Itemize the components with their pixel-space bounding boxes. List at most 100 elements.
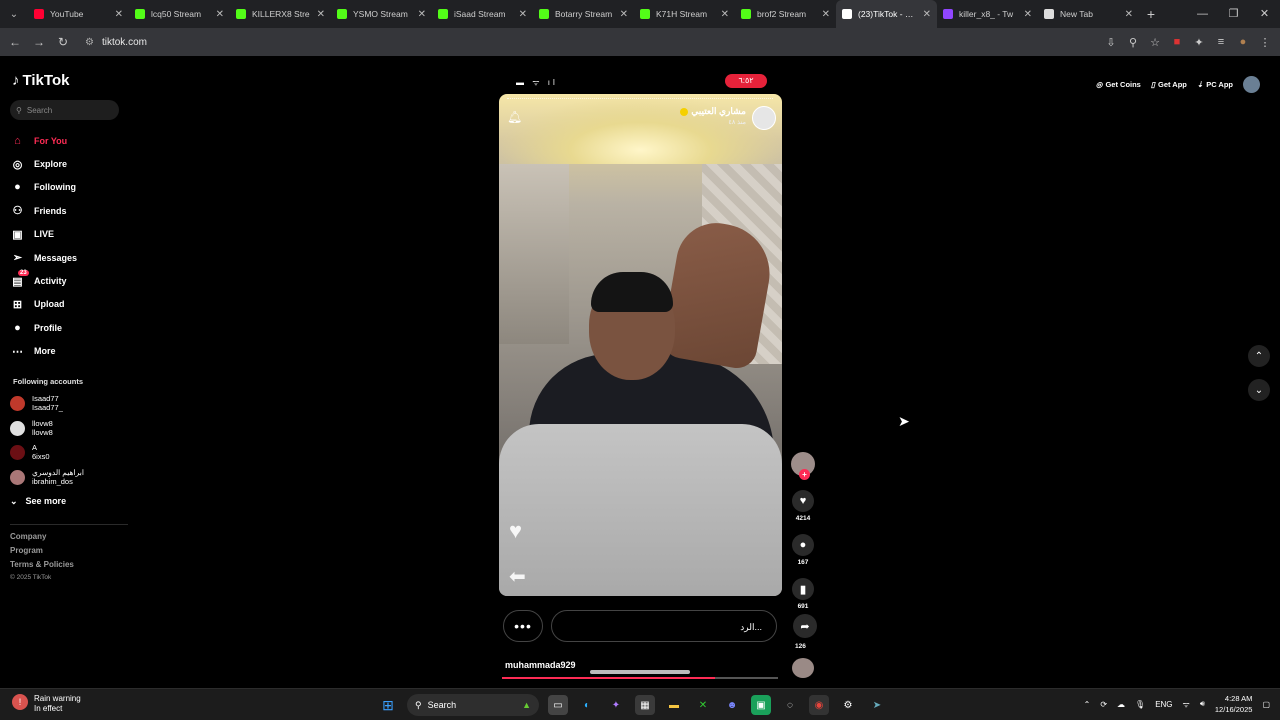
chrome-icon[interactable]: ◉ xyxy=(809,695,829,715)
browser-tab[interactable]: lcq50 Stream ✕ xyxy=(129,0,230,28)
language-indicator[interactable]: ENG xyxy=(1155,700,1172,709)
footer-program-link[interactable]: Program xyxy=(10,546,43,555)
browser-tab[interactable]: brof2 Stream ✕ xyxy=(735,0,836,28)
creator-avatar[interactable]: + xyxy=(791,452,815,480)
minimize-button[interactable]: — xyxy=(1187,0,1218,28)
tab-close-icon[interactable]: ✕ xyxy=(1024,9,1032,20)
nav-item-explore[interactable]: ◎ Explore xyxy=(10,152,128,175)
comment-input[interactable]: الرد... xyxy=(551,610,777,642)
following-account[interactable]: Isaad77 Isaad77_ xyxy=(10,394,63,412)
bookmark-icon[interactable]: ▮ xyxy=(792,578,814,600)
comment-icon[interactable]: ● xyxy=(792,534,814,556)
extension-badge-icon[interactable]: ■ xyxy=(1168,36,1186,48)
nav-item-following[interactable]: ● Following xyxy=(10,176,128,199)
following-account[interactable]: A 6ixs0 xyxy=(10,443,50,461)
tab-close-icon[interactable]: ✕ xyxy=(822,9,830,20)
site-info-icon[interactable]: ⚙ xyxy=(85,37,94,48)
search-input[interactable]: ⚲ Search xyxy=(10,100,119,120)
back-icon[interactable]: ← xyxy=(3,35,27,49)
app-green-icon[interactable]: ▣ xyxy=(751,695,771,715)
tab-close-icon[interactable]: ✕ xyxy=(721,9,729,20)
video-author[interactable]: muhammada929 xyxy=(505,660,576,670)
file-explorer-icon[interactable]: ▬ xyxy=(664,695,684,715)
get-coins-button[interactable]: ◎ Get Coins xyxy=(1096,80,1141,89)
browser-tab[interactable]: New Tab ✕ xyxy=(1038,0,1139,28)
video-poster-name[interactable]: مشاري العتيبي منذ ٤٨ xyxy=(680,106,746,128)
tab-close-icon[interactable]: ✕ xyxy=(620,9,628,20)
nav-item-live[interactable]: ▣ LIVE xyxy=(10,223,128,246)
cloud-icon[interactable]: ☁ xyxy=(1117,700,1125,709)
sync-icon[interactable]: ⟳ xyxy=(1100,700,1107,709)
footer-company-link[interactable]: Company xyxy=(10,532,46,541)
bookmark-star-icon[interactable]: ☆ xyxy=(1146,36,1164,49)
windows-start-icon[interactable]: ⊞ xyxy=(378,695,398,715)
browser-tab[interactable]: (23)TikTok - Ma ✕ xyxy=(836,0,937,28)
video-progress-bar[interactable] xyxy=(502,677,778,679)
nav-item-friends[interactable]: ⚇ Friends xyxy=(10,199,128,222)
tab-close-icon[interactable]: ✕ xyxy=(317,9,325,20)
browser-tab[interactable]: Botarry Stream ✕ xyxy=(533,0,634,28)
maximize-button[interactable]: ❐ xyxy=(1218,0,1249,28)
footer-terms-link[interactable]: Terms & Policies xyxy=(10,560,74,569)
browser-tab[interactable]: YSMO Stream ✕ xyxy=(331,0,432,28)
copilot-icon[interactable]: ✦ xyxy=(606,695,626,715)
browser-tab[interactable]: K71H Stream ✕ xyxy=(634,0,735,28)
nav-item-profile[interactable]: ● Profile xyxy=(10,316,128,339)
tab-close-icon[interactable]: ✕ xyxy=(923,9,931,20)
tab-search-button[interactable]: ⌄ xyxy=(0,0,28,28)
poster-avatar[interactable] xyxy=(752,106,776,130)
settings-icon[interactable]: ⚙ xyxy=(838,695,858,715)
edge-icon[interactable]: ◐ xyxy=(577,695,597,715)
notifications-icon[interactable]: ▢ xyxy=(1262,700,1270,709)
taskbar-search[interactable]: ⚲ Search ▲ xyxy=(407,694,539,716)
close-window-button[interactable]: ✕ xyxy=(1249,0,1280,28)
store-icon[interactable]: ▦ xyxy=(635,695,655,715)
reply-arrow-icon[interactable]: ⬅ xyxy=(509,564,526,589)
tab-close-icon[interactable]: ✕ xyxy=(115,9,123,20)
new-tab-button[interactable]: + xyxy=(1139,6,1163,22)
clock[interactable]: 4:28 AM 12/16/2025 xyxy=(1215,693,1253,715)
volume-icon[interactable]: 🔊︎ xyxy=(1200,699,1205,709)
install-icon[interactable]: ⇩ xyxy=(1102,36,1120,49)
video-player[interactable]: 🔔︎ مشاري العتيبي منذ ٤٨ ♥ ⬅ xyxy=(499,94,782,596)
profile-icon[interactable]: ● xyxy=(1234,36,1252,48)
tab-close-icon[interactable]: ✕ xyxy=(519,9,527,20)
follow-plus-icon[interactable]: + xyxy=(799,469,810,480)
heart-overlay-icon[interactable]: ♥ xyxy=(509,518,522,544)
browser-tab[interactable]: killer_x8_ - Tw ✕ xyxy=(937,0,1038,28)
share-icon[interactable]: ➦ xyxy=(793,614,817,638)
menu-icon[interactable]: ⋮ xyxy=(1256,36,1274,49)
task-view-icon[interactable]: ▭ xyxy=(548,695,568,715)
forward-icon[interactable]: → xyxy=(27,35,51,49)
mic-icon[interactable]: 🎙︎ xyxy=(1135,700,1145,709)
weather-widget[interactable]: ! Rain warning In effect xyxy=(12,694,81,714)
browser-tab[interactable]: YouTube ✕ xyxy=(28,0,129,28)
browser-tab[interactable]: iSaad Stream ✕ xyxy=(432,0,533,28)
wifi-icon[interactable]: ᯤ xyxy=(1183,699,1190,710)
tab-close-icon[interactable]: ✕ xyxy=(418,9,426,20)
xbox-icon[interactable]: ✕ xyxy=(693,695,713,715)
nav-item-messages[interactable]: ➢ Messages xyxy=(10,246,128,269)
browser-tab[interactable]: KILLERX8 Stre ✕ xyxy=(230,0,331,28)
tab-search-icon[interactable]: ≡ xyxy=(1212,36,1230,48)
bell-icon[interactable]: 🔔︎ xyxy=(507,110,522,124)
chevron-up-icon[interactable]: ⌃ xyxy=(1084,700,1091,709)
music-disc-icon[interactable] xyxy=(792,658,814,678)
like-heart-icon[interactable]: ♥ xyxy=(792,490,814,512)
nav-item-for-you[interactable]: ⌂ For You xyxy=(10,129,128,152)
tab-close-icon[interactable]: ✕ xyxy=(1125,9,1133,20)
following-account[interactable]: llovw8 llovw8 xyxy=(10,419,53,437)
zoom-icon[interactable]: ⚲ xyxy=(1124,36,1142,49)
following-account[interactable]: ابراهيم الدوسري ibrahim_dos xyxy=(10,468,84,486)
pc-app-button[interactable]: ⇣ PC App xyxy=(1197,80,1233,89)
tiktok-logo[interactable]: ♪ TikTok xyxy=(12,72,69,89)
obs-icon[interactable]: ◌ xyxy=(780,695,800,715)
user-avatar[interactable] xyxy=(1243,76,1260,93)
see-more-button[interactable]: ⌄ See more xyxy=(10,496,66,507)
get-app-button[interactable]: ▯ Get App xyxy=(1151,80,1187,89)
tab-close-icon[interactable]: ✕ xyxy=(216,9,224,20)
url-field[interactable]: ⚙ tiktok.com xyxy=(85,37,147,48)
nav-item-upload[interactable]: ⊞ Upload xyxy=(10,293,128,316)
nav-item-activity[interactable]: ▤ Activity 23 xyxy=(10,269,128,292)
more-options-button[interactable]: ••• xyxy=(503,610,543,642)
